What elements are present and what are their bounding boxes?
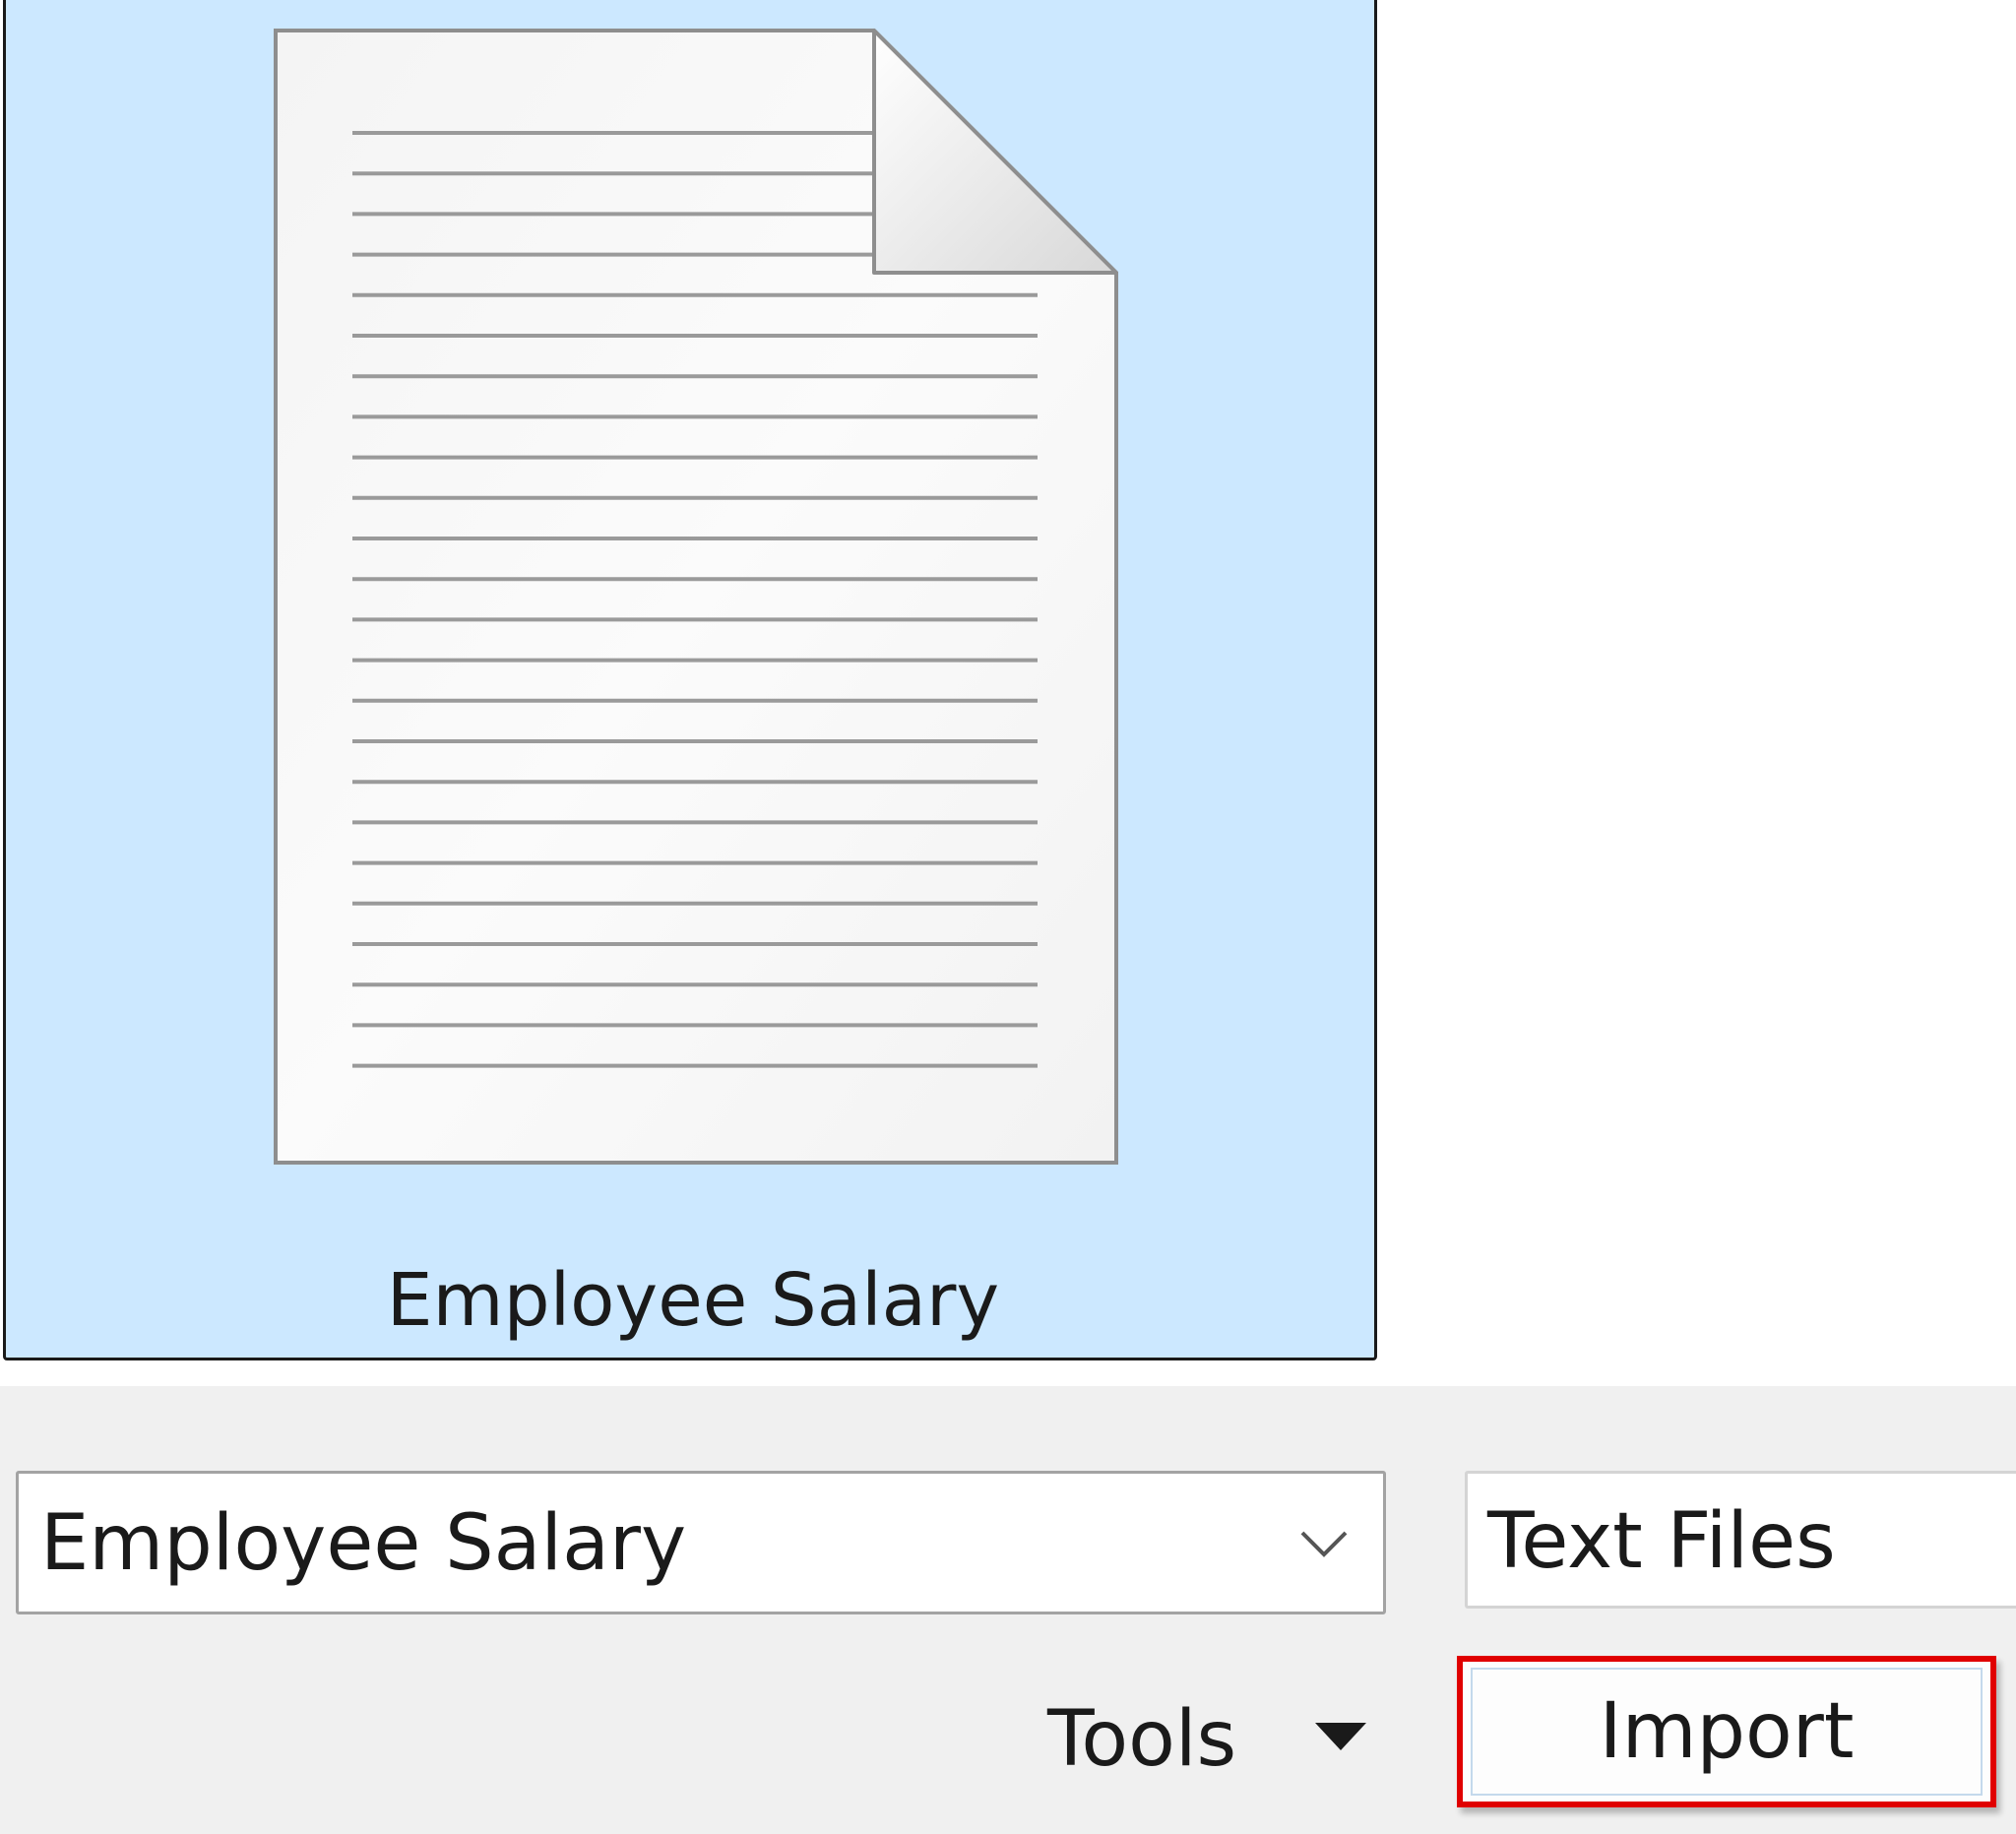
text-document-icon	[274, 29, 1118, 1165]
import-button[interactable]: Import	[1457, 1656, 1996, 1807]
tools-dropdown-button[interactable]: Tools	[1024, 1677, 1408, 1796]
file-name-combobox[interactable]: Employee Salary	[16, 1471, 1386, 1614]
tools-label: Tools	[1047, 1695, 1237, 1784]
file-list-pane[interactable]: Employee Salary	[0, 0, 2016, 1386]
file-dialog: Employee Salary Employee Salary Text Fil…	[0, 0, 2016, 1834]
file-tile-selected[interactable]: Employee Salary	[3, 0, 1377, 1360]
file-type-combobox[interactable]: Text Files	[1465, 1471, 2016, 1609]
chevron-down-icon[interactable]	[1285, 1503, 1363, 1582]
file-type-value: Text Files	[1487, 1497, 1836, 1586]
import-label: Import	[1599, 1687, 1855, 1776]
file-name-value: Employee Salary	[40, 1499, 687, 1588]
triangle-down-icon	[1315, 1723, 1366, 1750]
file-tile-name: Employee Salary	[386, 1258, 1000, 1343]
